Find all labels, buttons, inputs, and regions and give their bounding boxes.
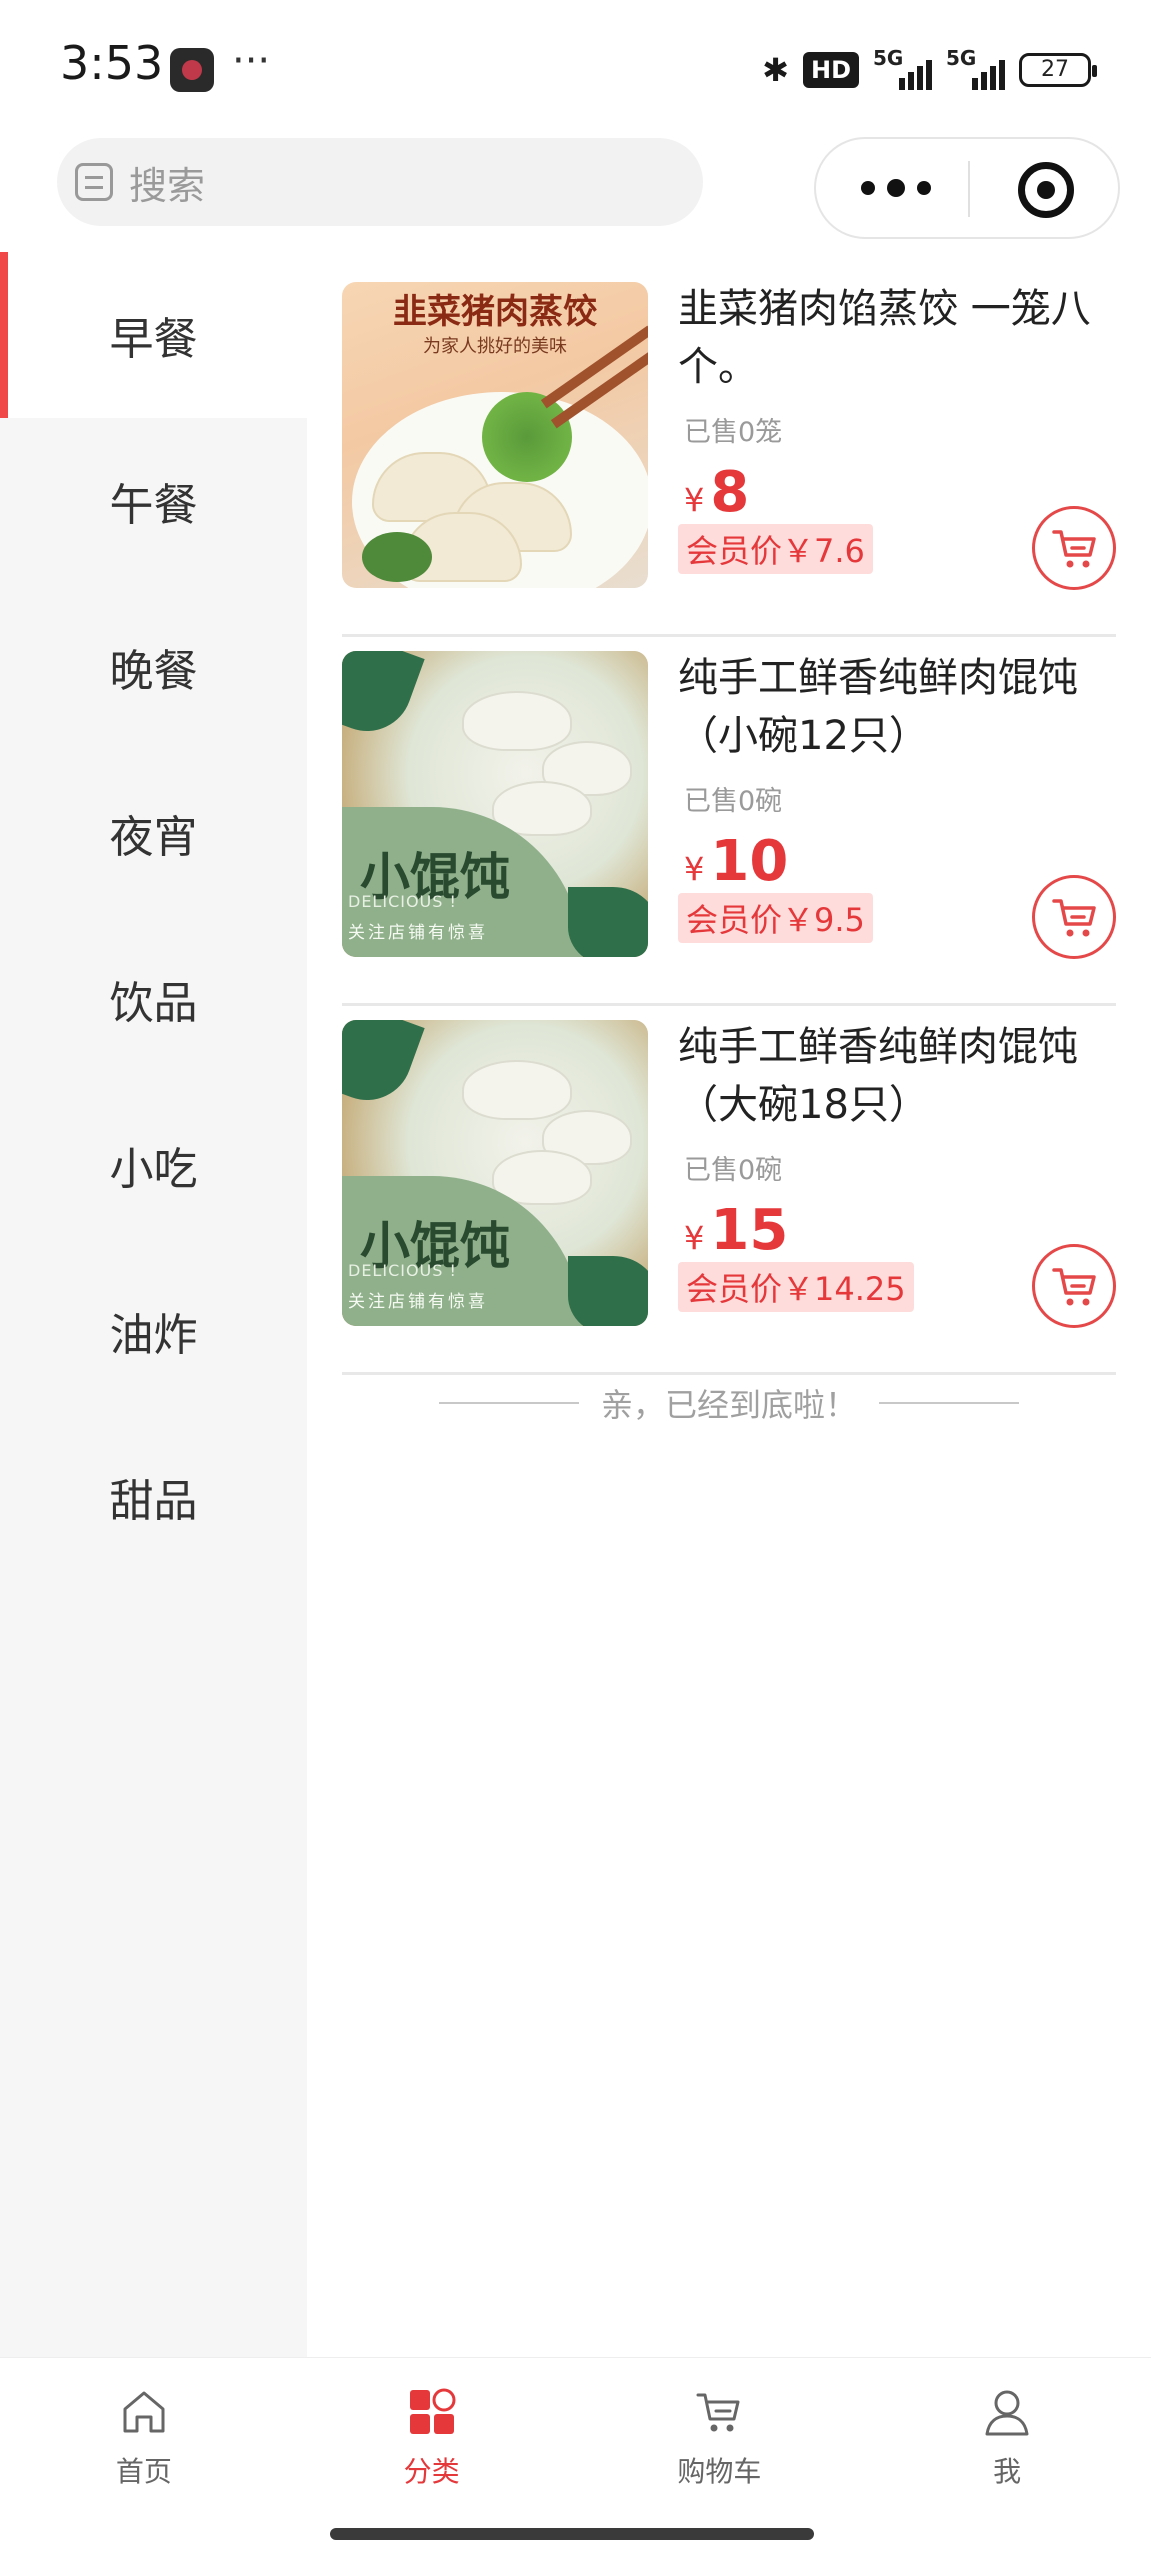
image-note: 关注店铺有惊喜 xyxy=(348,1292,488,1312)
tab-label: 分类 xyxy=(403,2455,460,2488)
home-icon xyxy=(123,2391,165,2433)
bottom-tab-bar: 首页 分类 购物车 我 xyxy=(0,2357,1151,2507)
more-options-icon[interactable] xyxy=(861,173,931,203)
price-value: 8 xyxy=(710,460,750,525)
cart-icon xyxy=(1052,1268,1096,1306)
capsule-divider xyxy=(968,161,970,217)
product-name[interactable]: 纯手工鲜香纯鲜肉馄饨（大碗18只） xyxy=(678,1018,1118,1134)
product-image[interactable]: 小馄饨 DELICIOUS ! 关注店铺有惊喜 xyxy=(342,1020,648,1326)
currency-symbol: ¥ xyxy=(684,1219,705,1257)
tab-category[interactable]: 分类 xyxy=(288,2358,576,2507)
member-price: 会员价￥9.5 xyxy=(678,893,873,943)
product-price: ¥ 15 xyxy=(684,1198,788,1263)
sidebar-item-fried[interactable]: 油炸 xyxy=(0,1248,307,1414)
tab-label: 首页 xyxy=(115,2455,172,2488)
product-image[interactable]: 小馄饨 DELICIOUS ! 关注店铺有惊喜 xyxy=(342,651,648,957)
sidebar-item-lunch[interactable]: 午餐 xyxy=(0,418,307,584)
list-item[interactable]: 小馄饨 DELICIOUS ! 关注店铺有惊喜 纯手工鲜香纯鲜肉馄饨（小碗12只… xyxy=(342,637,1116,1006)
cart-icon xyxy=(1052,530,1096,568)
cart-icon xyxy=(1052,899,1096,937)
image-subtitle: DELICIOUS ! xyxy=(348,1261,457,1280)
currency-symbol: ¥ xyxy=(684,481,705,519)
sidebar-item-label: 饮品 xyxy=(109,978,198,1029)
sidebar-item-label: 甜品 xyxy=(109,1476,198,1527)
more-notifications-icon: ··· xyxy=(232,38,271,84)
system-indicators: ✱ HD 5G 5G 27 xyxy=(762,40,1097,100)
search-input[interactable]: 搜索 xyxy=(57,138,703,226)
tab-home[interactable]: 首页 xyxy=(0,2358,288,2507)
tab-label: 我 xyxy=(993,2455,1022,2488)
user-icon xyxy=(985,2390,1029,2436)
status-time: 3:53 xyxy=(60,36,164,90)
product-name[interactable]: 韭菜猪肉馅蒸饺 一笼八个。 xyxy=(678,280,1118,396)
sold-count: 已售0碗 xyxy=(684,786,783,817)
signal-icon: 5G xyxy=(946,46,1005,90)
sold-count: 已售0笼 xyxy=(684,417,783,448)
sidebar-item-snacks[interactable]: 小吃 xyxy=(0,1082,307,1248)
price-value: 10 xyxy=(710,829,789,894)
divider xyxy=(879,1402,1019,1404)
add-to-cart-button[interactable] xyxy=(1032,506,1116,590)
close-miniprogram-icon[interactable] xyxy=(1018,162,1074,218)
cart-icon xyxy=(696,2393,740,2432)
battery-icon: 27 xyxy=(1019,53,1097,87)
image-note: 关注店铺有惊喜 xyxy=(348,923,488,943)
currency-symbol: ¥ xyxy=(684,850,705,888)
sidebar-item-label: 夜宵 xyxy=(109,812,198,863)
list-item[interactable]: 小馄饨 DELICIOUS ! 关注店铺有惊喜 纯手工鲜香纯鲜肉馄饨（大碗18只… xyxy=(342,1006,1116,1375)
sidebar-item-label: 油炸 xyxy=(109,1310,198,1361)
tab-me[interactable]: 我 xyxy=(863,2358,1151,2507)
sidebar-item-dinner[interactable]: 晚餐 xyxy=(0,584,307,750)
image-title: 韭菜猪肉蒸饺 xyxy=(393,292,597,332)
divider xyxy=(438,1402,579,1404)
category-icon xyxy=(409,2388,456,2434)
tab-label: 购物车 xyxy=(677,2455,762,2488)
sidebar-item-label: 小吃 xyxy=(109,1144,198,1195)
image-subtitle: 为家人挑好的美味 xyxy=(423,336,567,357)
add-to-cart-button[interactable] xyxy=(1032,1244,1116,1328)
signal-label: 5G xyxy=(873,46,904,70)
signal-icon: 5G xyxy=(873,46,932,90)
signal-label: 5G xyxy=(946,46,977,70)
price-value: 15 xyxy=(710,1198,789,1263)
member-price: 会员价￥7.6 xyxy=(678,524,873,574)
miniprogram-capsule xyxy=(814,137,1120,239)
image-subtitle: DELICIOUS ! xyxy=(348,892,457,911)
status-bar: 3:53 ··· ✱ HD 5G 5G 27 xyxy=(0,0,1151,130)
add-to-cart-button[interactable] xyxy=(1032,875,1116,959)
product-name[interactable]: 纯手工鲜香纯鲜肉馄饨（小碗12只） xyxy=(678,649,1118,765)
tab-cart[interactable]: 购物车 xyxy=(576,2358,864,2507)
end-of-list-text: 亲，已经到底啦！ xyxy=(600,1386,857,1424)
product-image[interactable]: 韭菜猪肉蒸饺 为家人挑好的美味 xyxy=(342,282,648,588)
bluetooth-icon: ✱ xyxy=(762,51,789,89)
app-notification-icon xyxy=(170,48,214,92)
end-of-list-tip: 亲，已经到底啦！ xyxy=(342,1380,1116,1426)
sidebar-item-breakfast[interactable]: 早餐 xyxy=(0,252,307,418)
home-indicator[interactable] xyxy=(330,2528,814,2540)
product-price: ¥ 8 xyxy=(684,460,749,525)
category-sidebar: 早餐 午餐 晚餐 夜宵 饮品 小吃 油炸 甜品 xyxy=(0,252,307,2357)
sidebar-item-drinks[interactable]: 饮品 xyxy=(0,916,307,1082)
sold-count: 已售0碗 xyxy=(684,1155,783,1186)
sidebar-item-label: 早餐 xyxy=(109,314,198,365)
search-placeholder: 搜索 xyxy=(129,163,206,208)
search-icon xyxy=(75,163,113,201)
product-list: 韭菜猪肉蒸饺 为家人挑好的美味 韭菜猪肉馅蒸饺 一笼八个。 已售0笼 ¥ 8 会… xyxy=(342,268,1116,1375)
sidebar-item-label: 午餐 xyxy=(109,480,198,531)
sidebar-item-label: 晚餐 xyxy=(109,646,198,697)
product-price: ¥ 10 xyxy=(684,829,788,894)
sidebar-item-late-night[interactable]: 夜宵 xyxy=(0,750,307,916)
hd-badge: HD xyxy=(802,52,859,88)
sidebar-item-desserts[interactable]: 甜品 xyxy=(0,1414,307,1580)
list-item[interactable]: 韭菜猪肉蒸饺 为家人挑好的美味 韭菜猪肉馅蒸饺 一笼八个。 已售0笼 ¥ 8 会… xyxy=(342,268,1116,637)
member-price: 会员价￥14.25 xyxy=(678,1262,914,1312)
